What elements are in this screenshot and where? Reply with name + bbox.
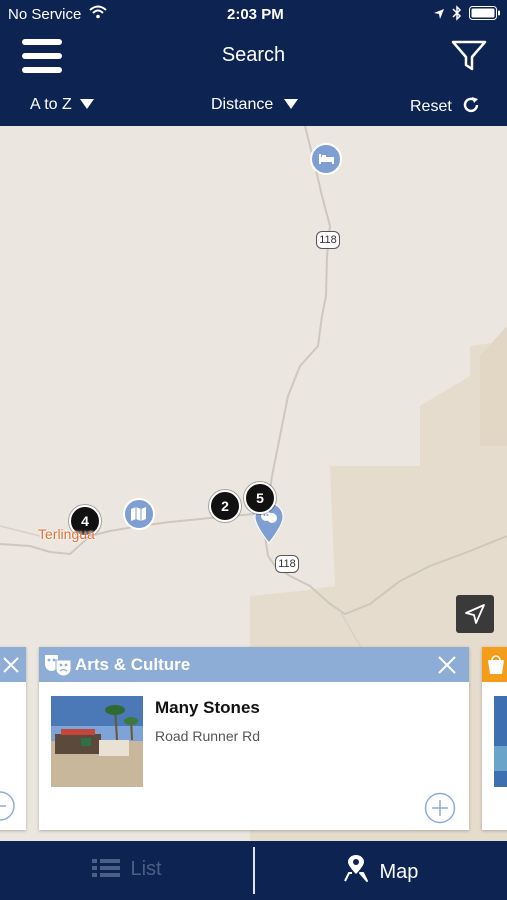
add-circle-icon[interactable] bbox=[424, 792, 456, 829]
map-cluster[interactable]: 2 bbox=[209, 490, 241, 522]
card-photo bbox=[494, 696, 507, 787]
card-header: Arts & Culture bbox=[39, 647, 469, 682]
sort-distance-button[interactable]: Distance bbox=[211, 96, 298, 114]
next-card[interactable] bbox=[482, 647, 507, 830]
card-photo bbox=[51, 696, 143, 787]
tab-map-label: Map bbox=[379, 861, 419, 883]
card-title: Many Stones bbox=[155, 698, 260, 717]
clock: 2:03 PM bbox=[227, 6, 284, 23]
tab-list[interactable]: List bbox=[92, 858, 162, 881]
route-shield: 118 bbox=[316, 231, 340, 249]
sort-bar: A to Z Distance Reset bbox=[0, 86, 507, 126]
locate-me-button[interactable] bbox=[456, 595, 494, 633]
caret-down-icon bbox=[76, 96, 95, 113]
caret-down-icon bbox=[278, 96, 298, 113]
battery-icon bbox=[469, 6, 501, 24]
refresh-icon bbox=[456, 97, 480, 115]
lodging-marker[interactable] bbox=[310, 143, 342, 175]
add-circle-icon[interactable] bbox=[0, 791, 16, 826]
poi-card[interactable]: Arts & Culture Many Stones Road Runner R… bbox=[39, 647, 469, 830]
filter-icon bbox=[451, 40, 487, 77]
wifi-icon bbox=[89, 5, 107, 23]
map-cluster[interactable]: 5 bbox=[244, 482, 276, 514]
theater-masks-icon bbox=[43, 652, 73, 683]
sort-distance-label: Distance bbox=[211, 96, 274, 113]
place-label: Terlingua bbox=[38, 526, 95, 542]
bed-icon bbox=[312, 154, 340, 177]
shopping-bag-icon bbox=[486, 653, 506, 680]
card-category: Arts & Culture bbox=[75, 655, 191, 674]
tab-divider bbox=[253, 847, 255, 894]
sort-atoz-button[interactable]: A to Z bbox=[30, 96, 95, 114]
close-icon[interactable] bbox=[437, 655, 457, 680]
close-icon[interactable] bbox=[2, 656, 20, 679]
filter-button[interactable] bbox=[451, 39, 487, 73]
map-view[interactable]: 118 118 4 2 5 Terlingua Arts & Culture M… bbox=[0, 126, 507, 841]
bottom-tab-bar: List Map bbox=[0, 841, 507, 900]
hamburger-icon bbox=[22, 39, 64, 80]
list-icon bbox=[92, 859, 120, 879]
menu-button[interactable] bbox=[22, 38, 64, 76]
map-fold-icon bbox=[125, 507, 153, 532]
reset-label: Reset bbox=[410, 98, 452, 115]
tab-map[interactable]: Map bbox=[343, 855, 418, 884]
bluetooth-icon bbox=[452, 5, 462, 25]
prev-card[interactable] bbox=[0, 647, 26, 830]
location-arrow-icon bbox=[433, 7, 445, 24]
carrier-label: No Service bbox=[8, 6, 82, 23]
map-guide-marker[interactable] bbox=[123, 498, 155, 530]
navigation-arrow-icon bbox=[456, 604, 494, 637]
card-address: Road Runner Rd bbox=[155, 728, 261, 744]
route-shield: 118 bbox=[275, 555, 299, 573]
map-pin-icon bbox=[343, 855, 369, 882]
tab-list-label: List bbox=[130, 858, 162, 880]
reset-button[interactable]: Reset bbox=[410, 96, 480, 116]
sort-atoz-label: A to Z bbox=[30, 96, 72, 113]
nav-bar: Search bbox=[0, 30, 507, 86]
status-bar: No Service 2:03 PM bbox=[0, 0, 507, 30]
page-title: Search bbox=[221, 44, 286, 66]
